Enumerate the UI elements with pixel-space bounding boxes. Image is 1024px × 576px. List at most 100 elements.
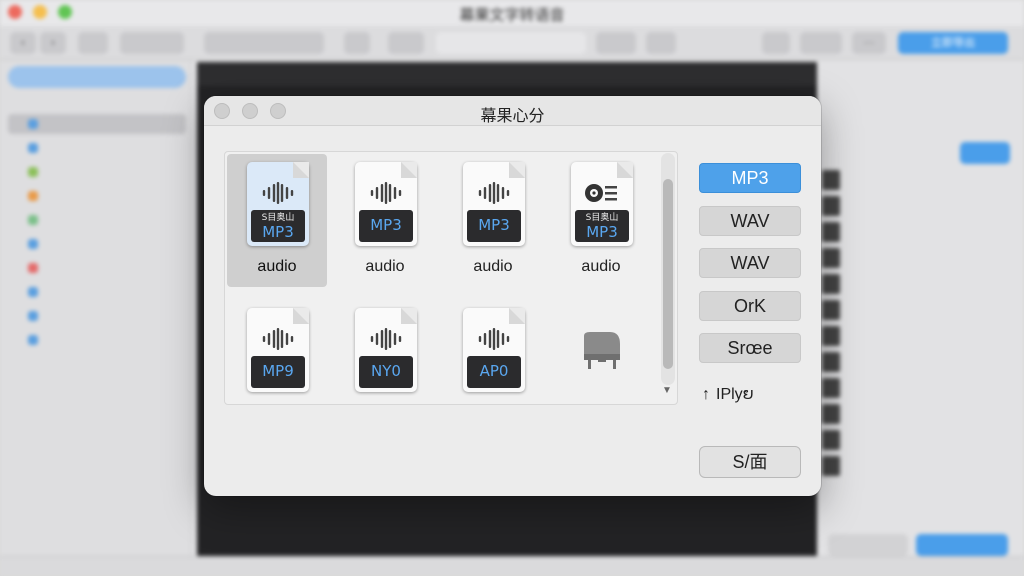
toolbar-tool-button[interactable] <box>344 32 370 54</box>
right-panel-cancel-button[interactable] <box>828 534 908 556</box>
format-badge-label: MP3 <box>586 223 618 241</box>
play-label: IPlyຍ <box>716 386 754 403</box>
media-thumbnail[interactable] <box>822 300 840 320</box>
audio-waveform-icon <box>370 328 402 350</box>
sidebar-item[interactable] <box>8 258 186 278</box>
format-option-button[interactable]: Srœe <box>699 333 801 363</box>
file-item[interactable]: AP0 <box>443 300 543 404</box>
toolbar-tool-button[interactable] <box>800 32 842 54</box>
file-item[interactable]: S目奥山 MP3 audio <box>227 154 327 287</box>
audio-file-icon: S目奥山 MP3 <box>571 162 633 248</box>
file-corner <box>293 308 309 324</box>
file-item[interactable]: MP3 audio <box>443 154 543 287</box>
format-option-button[interactable]: MP3 <box>699 163 801 193</box>
sidebar-item[interactable] <box>8 138 186 158</box>
sidebar-item[interactable] <box>8 210 186 230</box>
sidebar-item[interactable] <box>8 282 186 302</box>
piano-icon <box>584 332 620 369</box>
file-grid: S目奥山 MP3 audio MP3 audio MP3 audio S目奥山 MP3 audio… <box>224 151 678 405</box>
sidebar-item[interactable] <box>8 234 186 254</box>
audio-waveform-icon <box>262 328 294 350</box>
format-badge-label: MP3 <box>262 223 294 241</box>
toolbar-tool-button[interactable] <box>646 32 676 54</box>
right-panel-confirm-button[interactable] <box>916 534 1008 556</box>
file-item[interactable]: NY0 <box>335 300 435 404</box>
sidebar-item[interactable] <box>8 162 186 182</box>
format-badge-caption: S目奥山 <box>261 213 295 223</box>
toolbar-tool-button[interactable] <box>204 32 324 54</box>
sidebar-item[interactable] <box>8 186 186 206</box>
app-toolbar: ‹ › ··· 立即导出 <box>0 26 1024 60</box>
file-item[interactable]: MP3 audio <box>335 154 435 287</box>
file-name-label: audio <box>473 258 513 275</box>
sidebar <box>0 60 192 576</box>
audio-file-icon: NY0 <box>355 308 417 394</box>
format-option-button[interactable]: OrK <box>699 291 801 321</box>
audio-file-icon: S目奥山 MP3 <box>247 162 309 248</box>
format-option-button[interactable]: WAV <box>699 248 801 278</box>
media-thumbnail[interactable] <box>822 378 840 398</box>
media-thumbnail[interactable] <box>822 352 840 372</box>
audio-waveform-icon <box>478 182 510 204</box>
sidebar-item[interactable] <box>8 330 186 350</box>
file-grid-scrollbar[interactable]: ▼ <box>658 151 678 405</box>
audio-file-icon: MP3 <box>463 162 525 248</box>
format-badge-label: MP3 <box>359 210 413 242</box>
file-name-label: audio <box>257 258 297 275</box>
file-corner <box>401 308 417 324</box>
sidebar-section-header <box>8 92 186 112</box>
audio-file-icon: MP3 <box>355 162 417 248</box>
format-badge-label: MP9 <box>251 356 305 388</box>
up-arrow-icon: ↑ <box>702 386 710 403</box>
media-thumbnail[interactable] <box>822 430 840 450</box>
app-title: 幕果文字转语音 <box>459 7 565 24</box>
media-thumbnail[interactable] <box>822 326 840 346</box>
media-thumbnail[interactable] <box>822 248 840 268</box>
forward-button[interactable]: › <box>40 32 66 54</box>
media-thumbnail[interactable] <box>822 196 840 216</box>
toolbar-tool-button[interactable] <box>596 32 636 54</box>
format-badge-label: MP3 <box>467 210 521 242</box>
format-option-button[interactable]: WAV <box>699 206 801 236</box>
file-corner <box>509 162 525 178</box>
scrollbar-thumb[interactable] <box>663 179 673 369</box>
sidebar-item[interactable] <box>8 114 186 134</box>
toolbar-tool-button[interactable] <box>120 32 184 54</box>
file-item[interactable]: MP9 <box>227 300 327 404</box>
audio-file-icon: AP0 <box>463 308 525 394</box>
app-titlebar: 幕果文字转语音 <box>0 0 1024 26</box>
user-icon[interactable] <box>762 32 790 54</box>
media-thumbnail[interactable] <box>822 404 840 424</box>
format-badge-caption: S目奥山 <box>585 213 619 223</box>
more-button[interactable]: ··· <box>852 32 886 54</box>
status-bar <box>0 556 1024 576</box>
sidebar-item[interactable] <box>8 306 186 326</box>
right-panel-action-button[interactable] <box>960 142 1010 164</box>
export-button[interactable]: 立即导出 <box>898 32 1008 54</box>
back-button[interactable]: ‹ <box>10 32 36 54</box>
toolbar-tool-button[interactable] <box>78 32 108 54</box>
right-panel <box>820 60 1024 576</box>
format-badge-label: NY0 <box>359 356 413 388</box>
media-thumbnail[interactable] <box>822 222 840 242</box>
media-thumbnail[interactable] <box>822 456 840 476</box>
toolbar-tool-button[interactable] <box>388 32 424 54</box>
save-button[interactable]: S/面 <box>699 446 801 478</box>
audio-waveform-icon <box>478 328 510 350</box>
viewer-header <box>197 62 817 86</box>
play-preview[interactable]: ↑ IPlyຍ <box>702 384 754 404</box>
format-badge-label: AP0 <box>467 356 521 388</box>
file-corner <box>401 162 417 178</box>
scroll-down-arrow-icon[interactable]: ▼ <box>662 385 672 396</box>
audio-file-icon: MP9 <box>247 308 309 394</box>
toolbar-search-field[interactable] <box>436 32 586 54</box>
sidebar-search[interactable] <box>8 66 186 88</box>
media-thumbnail[interactable] <box>822 170 840 190</box>
media-thumbnail[interactable] <box>822 274 840 294</box>
format-badge: S目奥山 MP3 <box>251 210 305 242</box>
file-item[interactable] <box>551 300 651 404</box>
dialog-titlebar: 幕果心分 <box>204 96 821 126</box>
file-item[interactable]: S目奥山 MP3 audio <box>551 154 651 287</box>
audio-waveform-icon <box>262 182 294 204</box>
format-badge: S目奥山 MP3 <box>575 210 629 242</box>
